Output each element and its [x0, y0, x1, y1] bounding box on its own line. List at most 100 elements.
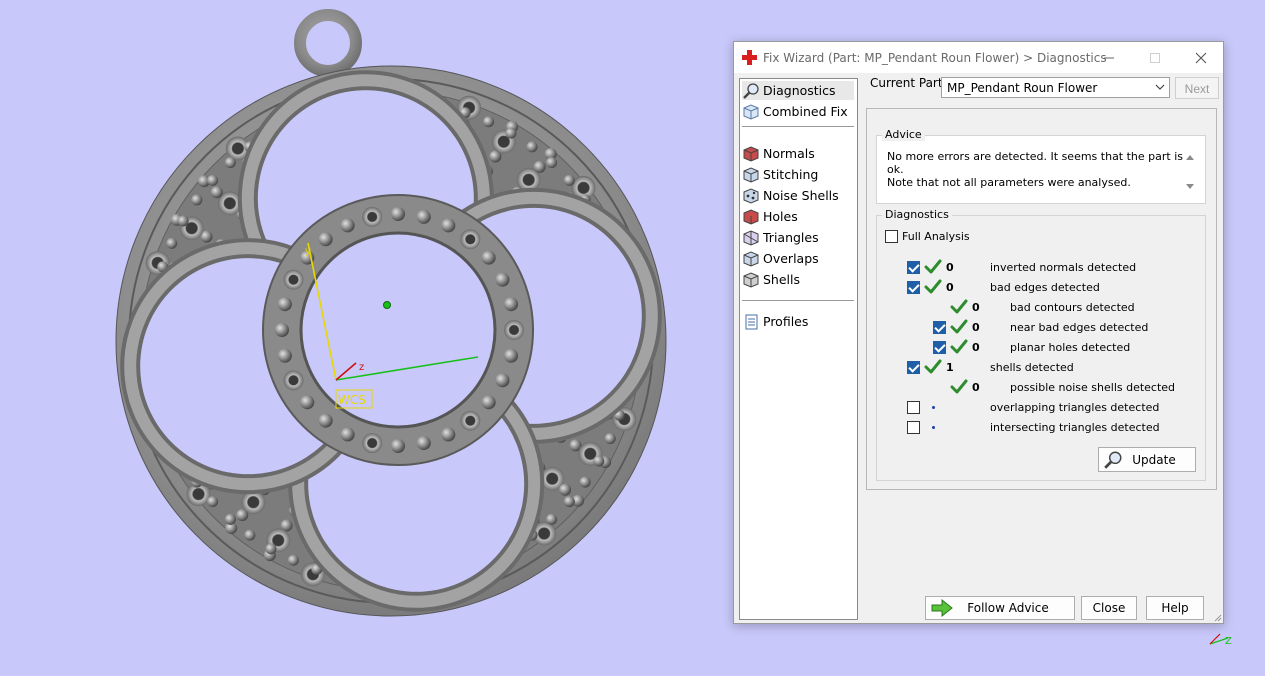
rim-bead — [526, 141, 538, 153]
nav-item-normals[interactable]: Normals — [742, 144, 854, 163]
diagnostic-row: 0 bad contours detected — [877, 299, 1197, 317]
current-part-dropdown[interactable]: MP_Pendant Roun Flower — [941, 77, 1170, 98]
nav-item-label: Diagnostics — [763, 83, 836, 98]
next-button[interactable]: Next — [1175, 77, 1219, 99]
diagnostic-checkbox[interactable] — [933, 321, 946, 334]
inner-ring-bead — [340, 427, 355, 442]
rim-bead — [265, 543, 277, 555]
diagnostic-checkbox[interactable] — [907, 421, 920, 434]
green-arrow-icon — [931, 599, 953, 617]
green-check-icon — [924, 359, 942, 374]
pending-dot-icon — [932, 406, 935, 409]
nav-item-holes[interactable]: Holes — [742, 207, 854, 226]
nav-item-label: Overlaps — [763, 251, 819, 266]
diagnostic-count: 0 — [972, 381, 980, 394]
diagnostics-group: Diagnostics Full Analysis 0 inverted norm… — [876, 208, 1206, 481]
diagnostic-checkbox[interactable] — [907, 281, 920, 294]
diagnostic-row: 0 possible noise shells detected — [877, 379, 1197, 397]
nav-item-combined-fix[interactable]: Combined Fix — [742, 102, 854, 121]
nav-item-diagnostics[interactable]: Diagnostics — [742, 81, 854, 100]
follow-advice-button[interactable]: Follow Advice — [925, 596, 1075, 620]
diagnostic-label: shells detected — [990, 361, 1074, 374]
rim-bead — [579, 476, 591, 488]
svg-text:y: y — [305, 246, 311, 257]
nav-item-label: Triangles — [763, 230, 819, 245]
full-analysis-option[interactable]: Full Analysis — [885, 230, 970, 243]
normals-icon — [743, 145, 759, 162]
diagnostic-checkbox[interactable] — [907, 401, 920, 414]
diagnostic-checkbox[interactable] — [907, 261, 920, 274]
diagnostic-label: intersecting triangles detected — [990, 421, 1160, 434]
3d-viewport[interactable]: z y WCS — [0, 0, 720, 676]
nav-item-overlaps[interactable]: Overlaps — [742, 249, 854, 268]
magnifier-icon — [743, 82, 759, 99]
rim-bead — [224, 513, 236, 525]
diagnostic-checkbox[interactable] — [933, 341, 946, 354]
rim-bead — [207, 496, 219, 508]
resize-grip-icon[interactable] — [1212, 612, 1222, 622]
rim-bead — [224, 157, 236, 169]
pendant-model — [115, 9, 667, 617]
nav-item-triangles[interactable]: Triangles — [742, 228, 854, 247]
diagnostic-count: 0 — [946, 281, 954, 294]
nav-item-stitching[interactable]: Stitching — [742, 165, 854, 184]
green-check-icon — [950, 299, 968, 314]
maximize-button[interactable] — [1132, 42, 1178, 73]
nav-item-noise-shells[interactable]: Noise Shells — [742, 186, 854, 205]
pending-dot-icon — [932, 426, 935, 429]
nav-item-label: Stitching — [763, 167, 819, 182]
nav-separator — [742, 126, 854, 127]
diagnostic-label: overlapping triangles detected — [990, 401, 1160, 414]
advice-group: Advice No more errors are detected. It s… — [876, 128, 1206, 204]
nav-item-label: Noise Shells — [763, 188, 839, 203]
green-check-icon — [924, 279, 942, 294]
close-button[interactable]: Close — [1081, 596, 1137, 620]
diagnostic-label: inverted normals detected — [990, 261, 1137, 274]
fix-wizard-window: Fix Wizard (Part: MP_Pendant Roun Flower… — [733, 41, 1224, 624]
update-button[interactable]: Update — [1098, 447, 1196, 472]
inner-ring-bead — [318, 232, 333, 247]
close-icon — [1195, 52, 1207, 63]
nav-separator — [742, 300, 854, 301]
diagnostic-row: 1 shells detected — [877, 359, 1197, 377]
title-bar[interactable]: Fix Wizard (Part: MP_Pendant Roun Flower… — [734, 42, 1223, 73]
minimize-button[interactable] — [1086, 42, 1132, 73]
advice-title: Advice — [882, 128, 925, 141]
green-check-icon — [924, 259, 942, 274]
inner-ring-bead — [275, 323, 289, 337]
scroll-down-icon[interactable] — [1185, 183, 1195, 191]
nav-item-label: Shells — [763, 272, 801, 287]
diagnostic-checkbox[interactable] — [907, 361, 920, 374]
diagnostic-row: intersecting triangles detected — [877, 419, 1197, 437]
rim-bead — [483, 116, 495, 128]
diagnostics-panel: Advice No more errors are detected. It s… — [866, 108, 1217, 490]
wizard-nav-list: Diagnostics Combined Fix Normals Stitchi… — [739, 78, 858, 620]
noise-shells-icon — [743, 187, 759, 204]
close-window-button[interactable] — [1178, 42, 1224, 73]
inner-ring-hole — [460, 410, 481, 431]
rim-bead — [207, 174, 219, 186]
advice-line-1: No more errors are detected. It seems th… — [887, 150, 1184, 176]
nav-item-shells[interactable]: Shells — [742, 270, 854, 289]
scroll-up-icon[interactable] — [1185, 153, 1195, 161]
triangles-icon — [743, 229, 759, 246]
nav-item-label: Combined Fix — [763, 104, 848, 119]
inner-ring-bead — [300, 395, 315, 410]
diagnostic-label: bad contours detected — [1010, 301, 1135, 314]
rim-bead — [593, 455, 605, 467]
nav-item-profiles[interactable]: Profiles — [742, 312, 854, 331]
rim-bead — [546, 513, 558, 525]
full-analysis-checkbox[interactable] — [885, 230, 898, 243]
inner-ring-hole — [362, 206, 383, 227]
diagnostics-title: Diagnostics — [882, 208, 952, 221]
inner-ring-hole — [362, 433, 383, 454]
inner-ring-bead — [441, 218, 456, 233]
inner-ring-bead — [391, 439, 405, 453]
diagnostic-count: 0 — [972, 301, 980, 314]
inner-ring-bead — [416, 209, 431, 224]
maximize-icon — [1150, 52, 1160, 63]
help-button[interactable]: Help — [1146, 596, 1204, 620]
current-part-value: MP_Pendant Roun Flower — [947, 81, 1098, 95]
rim-bead — [505, 127, 517, 139]
diagnostic-row: 0 near bad edges detected — [877, 319, 1197, 337]
